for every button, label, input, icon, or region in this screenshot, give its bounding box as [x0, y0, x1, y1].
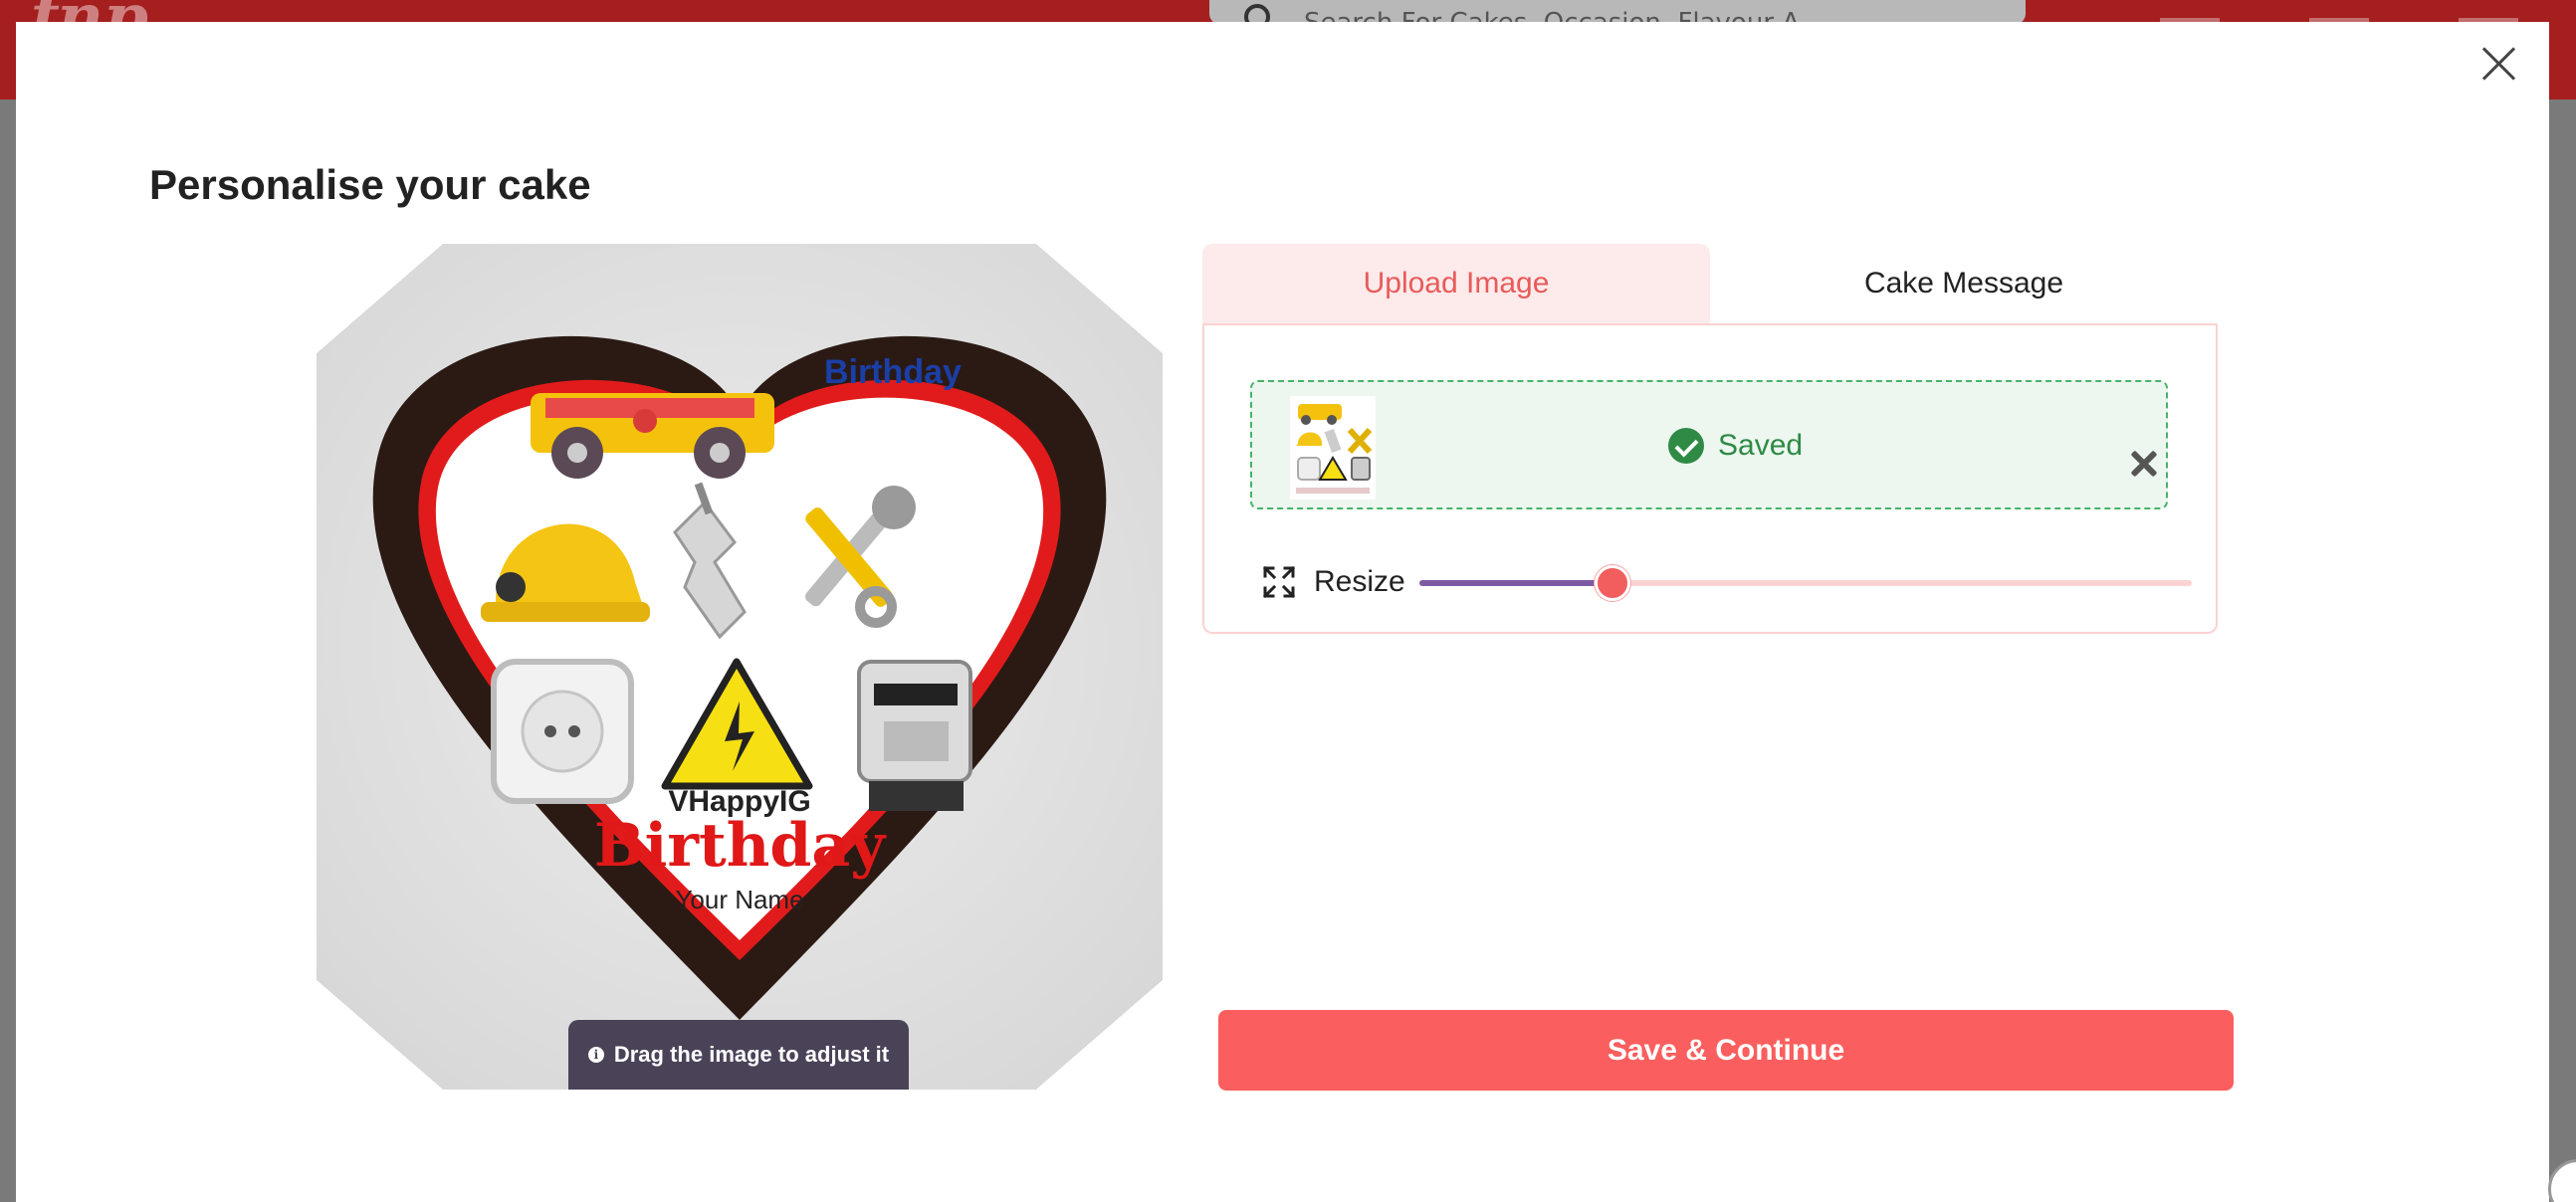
- tab-cake-message[interactable]: Cake Message: [1710, 244, 2218, 323]
- expand-icon: [1262, 565, 1296, 599]
- cake-text-name: Your Name: [675, 885, 803, 914]
- resize-label: Resize: [1314, 565, 1405, 598]
- meter-graphic: [857, 660, 972, 811]
- socket-graphic: [491, 659, 634, 804]
- cake-preview[interactable]: Birthday VHappyIG Birthday Your Name: [317, 244, 1163, 1090]
- svg-text:Birthday: Birthday: [824, 353, 962, 391]
- cake-text-birthday: Birthday: [594, 811, 887, 881]
- remove-image-close-icon[interactable]: [2130, 450, 2158, 478]
- uploaded-image-thumbnail: [1290, 396, 1376, 500]
- slider-handle[interactable]: [1595, 565, 1630, 601]
- account-icon: [2160, 0, 2220, 22]
- cake-image[interactable]: Birthday VHappyIG Birthday Your Name: [317, 244, 1163, 1090]
- resize-slider[interactable]: [1419, 565, 2192, 601]
- slider-fill: [1419, 580, 1612, 586]
- tab-upload-image[interactable]: Upload Image: [1202, 244, 1710, 323]
- menu-icon: [2459, 0, 2518, 22]
- saved-label: Saved: [1718, 429, 1804, 462]
- drag-hint-label: Drag the image to adjust it: [613, 1042, 890, 1067]
- modal-title: Personalise your cake: [149, 161, 591, 208]
- upload-status: Saved: [1668, 428, 1803, 464]
- drag-hint: i Drag the image to adjust it: [568, 1020, 909, 1090]
- cart-icon: [2309, 0, 2369, 22]
- close-icon[interactable]: [2471, 40, 2525, 94]
- save-continue-button[interactable]: Save & Continue: [1218, 1010, 2234, 1091]
- info-icon: i: [587, 1047, 604, 1063]
- check-circle-icon: [1668, 428, 1704, 464]
- chat-widget-button[interactable]: [2548, 1159, 2576, 1202]
